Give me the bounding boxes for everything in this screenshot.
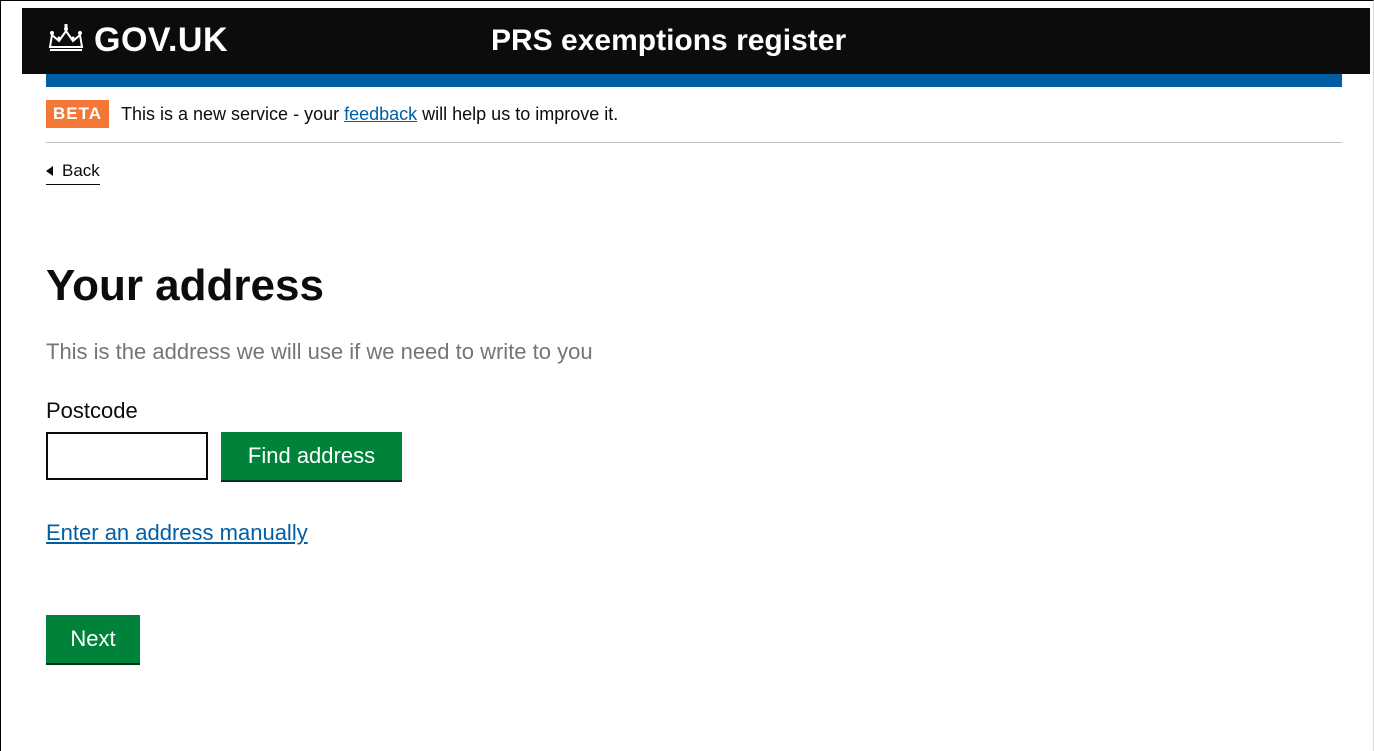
header-accent-bar (46, 74, 1342, 87)
phase-text-after: will help us to improve it. (417, 104, 619, 124)
phase-banner: BETA This is a new service - your feedba… (46, 100, 1342, 143)
service-name-link[interactable]: PRS exemptions register (491, 24, 846, 58)
back-link[interactable]: Back (46, 160, 100, 185)
address-hint: This is the address we will use if we ne… (46, 339, 593, 364)
beta-tag: BETA (46, 100, 110, 128)
crown-icon (46, 23, 94, 58)
feedback-link[interactable]: feedback (344, 104, 417, 124)
postcode-input[interactable] (46, 432, 208, 480)
triangle-left-icon (46, 166, 53, 176)
page-title: Your address (46, 261, 324, 310)
find-address-button[interactable]: Find address (221, 432, 402, 480)
phase-text-before: This is a new service - your (121, 104, 345, 124)
postcode-label: Postcode (46, 398, 138, 423)
phase-banner-text: This is a new service - your feedback wi… (121, 100, 618, 128)
logo-text: GOV.UK (94, 20, 229, 59)
govuk-logo-link[interactable]: GOV.UK (46, 20, 228, 60)
enter-address-manually-link[interactable]: Enter an address manually (46, 519, 308, 547)
next-button[interactable]: Next (46, 615, 140, 663)
govuk-header: GOV.UK PRS exemptions register (22, 8, 1370, 74)
back-link-label: Back (62, 161, 100, 180)
